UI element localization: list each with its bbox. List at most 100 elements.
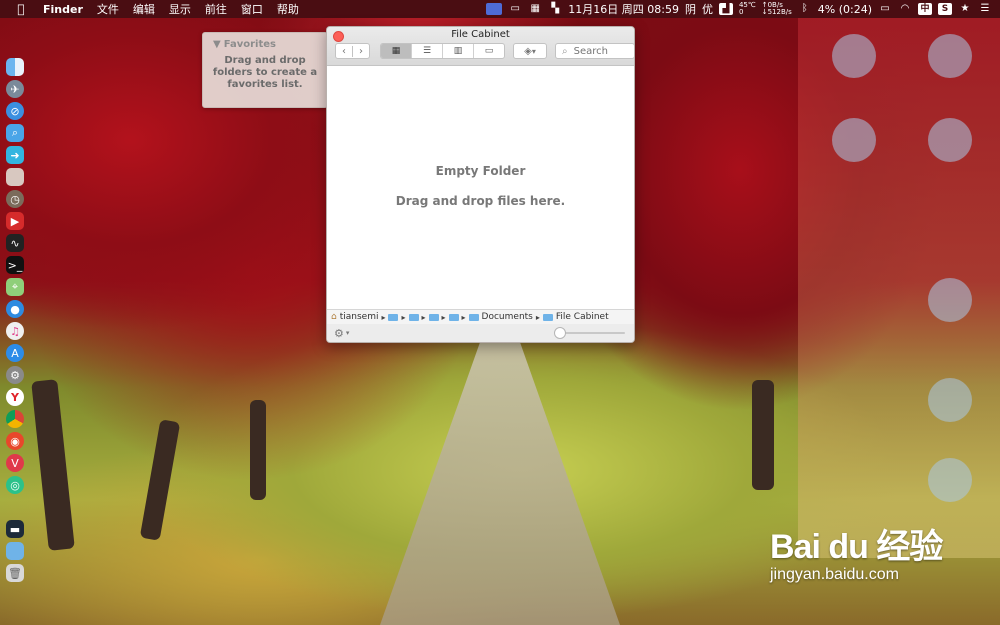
folder-icon[interactable] bbox=[428, 313, 439, 321]
star-icon[interactable]: ★ bbox=[958, 3, 972, 15]
itunes-icon[interactable]: ♫ bbox=[6, 322, 24, 340]
activity-monitor-icon[interactable]: ∿ bbox=[6, 234, 24, 252]
cover-flow-button[interactable]: ▭ bbox=[473, 44, 504, 58]
weibo-icon[interactable]: ◉ bbox=[6, 432, 24, 450]
safari-icon[interactable]: ⊘ bbox=[6, 102, 24, 120]
blurred-shape bbox=[928, 458, 972, 502]
battery-status[interactable]: 4% (0:24) bbox=[818, 3, 872, 16]
bluetooth-icon[interactable]: ᛒ bbox=[798, 3, 812, 15]
menu-bar:  Finder 文件 编辑 显示 前往 窗口 帮助 ▭ ▦ ▚ 11月16日 … bbox=[0, 0, 1000, 18]
finder-icon[interactable] bbox=[6, 58, 24, 76]
layers-icon: ◈ bbox=[524, 45, 532, 57]
network-speed-readout[interactable]: ↑0B/s ↓512B/s bbox=[762, 2, 792, 16]
folder-icon[interactable] bbox=[408, 313, 419, 321]
yandex-icon[interactable]: Y bbox=[6, 388, 24, 406]
input-method-indicator[interactable]: 中 bbox=[918, 3, 932, 15]
empty-folder-hint: Drag and drop files here. bbox=[395, 194, 566, 208]
sogou-icon[interactable]: S bbox=[938, 3, 952, 15]
grid-icon[interactable]: ▚ bbox=[548, 3, 562, 15]
back-button[interactable]: ‹ bbox=[336, 46, 352, 57]
menu-help[interactable]: 帮助 bbox=[270, 1, 306, 17]
menu-go[interactable]: 前往 bbox=[198, 1, 234, 17]
column-view-button[interactable]: ▥ bbox=[442, 44, 473, 58]
icon-size-slider[interactable] bbox=[557, 332, 625, 334]
trash-icon[interactable]: 🗑 bbox=[6, 564, 24, 582]
chrome-icon[interactable] bbox=[6, 410, 24, 428]
wifi-icon[interactable]: ◠ bbox=[898, 3, 912, 15]
blurred-shape bbox=[928, 34, 972, 78]
folder-icon[interactable] bbox=[6, 542, 24, 560]
wechat-icon[interactable]: ◎ bbox=[6, 476, 24, 494]
vivaldi-icon[interactable]: V bbox=[6, 454, 24, 472]
screen-icon[interactable]: ▬ bbox=[6, 520, 24, 538]
clock-icon[interactable]: ◷ bbox=[6, 190, 24, 208]
chart-icon[interactable]: ▟ bbox=[718, 3, 733, 15]
path-home[interactable]: tiansemi bbox=[340, 312, 379, 322]
blurred-shape bbox=[928, 378, 972, 422]
folder-content-area[interactable]: Empty Folder Drag and drop files here. bbox=[327, 66, 634, 308]
path-separator-icon: ▸ bbox=[421, 312, 426, 322]
blurred-shape bbox=[928, 278, 972, 322]
app-store-icon[interactable]: A bbox=[6, 344, 24, 362]
launchpad-icon[interactable]: ✈ bbox=[6, 80, 24, 98]
search-field[interactable]: ⌕ bbox=[555, 43, 634, 59]
window-title: File Cabinet bbox=[451, 29, 510, 40]
system-preferences-icon[interactable]: ⚙ bbox=[6, 366, 24, 384]
arrange-button[interactable]: ◈ ▾ bbox=[513, 43, 547, 59]
wallpaper-trunk bbox=[752, 380, 774, 490]
photo-icon[interactable] bbox=[6, 168, 24, 186]
path-bar: ⌂ tiansemi ▸ ▸ ▸ ▸ ▸ Documents ▸ File Ca… bbox=[327, 309, 634, 324]
air-quality-status[interactable]: 优 bbox=[702, 1, 713, 17]
gear-icon[interactable]: ⚙ bbox=[334, 327, 344, 340]
date-time[interactable]: 11月16日 周四 08:59 bbox=[568, 1, 679, 17]
search-icon: ⌕ bbox=[562, 45, 568, 57]
path-documents[interactable]: Documents bbox=[482, 312, 533, 322]
cpu-temp-readout[interactable]: 45℃ 0 bbox=[739, 2, 756, 16]
folder-icon[interactable] bbox=[388, 313, 399, 321]
path-separator-icon: ▸ bbox=[401, 312, 406, 322]
icon-size-slider-knob[interactable] bbox=[554, 327, 566, 339]
apple-menu-icon[interactable]:  bbox=[14, 2, 28, 16]
siri-icon[interactable]: ● bbox=[6, 300, 24, 318]
path-current[interactable]: File Cabinet bbox=[556, 312, 609, 322]
empty-folder-title: Empty Folder bbox=[435, 164, 526, 178]
menu-edit[interactable]: 编辑 bbox=[126, 1, 162, 17]
notification-center-icon[interactable]: ☰ bbox=[978, 3, 992, 15]
disclosure-triangle-icon[interactable]: ▼ bbox=[213, 39, 221, 50]
baidu-logo: Bai du 经验 bbox=[770, 528, 943, 566]
cpu-extra: 0 bbox=[738, 8, 744, 16]
menu-window[interactable]: 窗口 bbox=[234, 1, 270, 17]
navigation-buttons: ‹ › bbox=[335, 43, 370, 59]
forward-button[interactable]: › bbox=[352, 45, 369, 57]
folder-icon[interactable] bbox=[448, 313, 459, 321]
favorites-panel: ▼ Favorites Drag and drop folders to cre… bbox=[202, 32, 328, 108]
calendar-icon[interactable]: ▦ bbox=[528, 3, 542, 15]
blurred-notification-panel bbox=[798, 18, 1000, 558]
favorites-header[interactable]: ▼ Favorites bbox=[213, 39, 276, 50]
icon-view-button[interactable]: ▦ bbox=[381, 44, 411, 58]
path-separator-icon: ▸ bbox=[381, 312, 386, 322]
battery-icon[interactable]: ▭ bbox=[878, 3, 892, 15]
preview-icon[interactable]: ⌕ bbox=[6, 124, 24, 142]
messages-icon[interactable]: ➜ bbox=[6, 146, 24, 164]
monitor-icon[interactable]: ▭ bbox=[508, 3, 522, 15]
path-separator-icon: ▸ bbox=[535, 312, 540, 322]
path-separator-icon: ▸ bbox=[441, 312, 446, 322]
list-view-button[interactable]: ☰ bbox=[411, 44, 442, 58]
maps-icon[interactable]: ⌖ bbox=[6, 278, 24, 296]
window-titlebar[interactable]: File Cabinet ‹ › ▦ ☰ ▥ ▭ ◈ ▾ ⌕ bbox=[327, 27, 634, 66]
weather-status[interactable]: 阴 bbox=[685, 1, 696, 17]
chevron-down-icon[interactable]: ▾ bbox=[346, 329, 350, 337]
search-input[interactable] bbox=[571, 44, 626, 58]
path-separator-icon: ▸ bbox=[461, 312, 466, 322]
menu-file[interactable]: 文件 bbox=[90, 1, 126, 17]
menu-app-name[interactable]: Finder bbox=[36, 3, 90, 16]
favorites-title: Favorites bbox=[223, 39, 276, 50]
video-icon[interactable]: ▶ bbox=[6, 212, 24, 230]
terminal-icon[interactable]: >_ bbox=[6, 256, 24, 274]
menu-view[interactable]: 显示 bbox=[162, 1, 198, 17]
documents-folder-icon bbox=[468, 313, 479, 321]
blurred-shape bbox=[832, 118, 876, 162]
file-cabinet-status-icon[interactable] bbox=[486, 3, 503, 15]
wallpaper-trunk bbox=[250, 400, 266, 500]
